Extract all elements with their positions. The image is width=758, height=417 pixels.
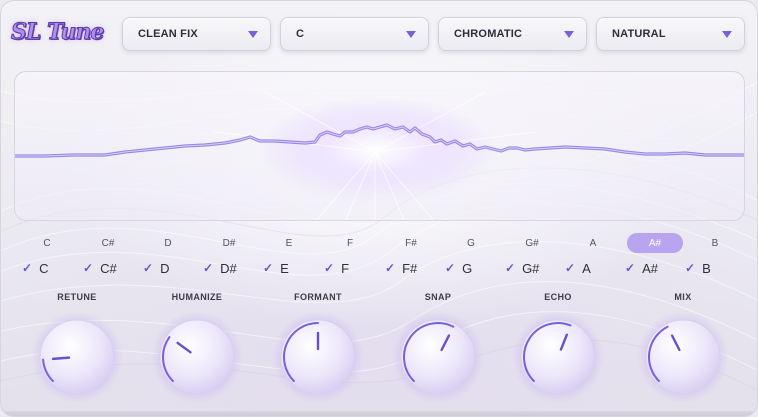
preset-dropdown[interactable]: CLEAN FIX xyxy=(122,17,271,51)
echo-knob[interactable] xyxy=(512,311,604,403)
pitch-display xyxy=(14,71,745,221)
note-checkbox[interactable]: ✓ D# xyxy=(203,259,237,277)
chevron-down-icon xyxy=(248,30,258,38)
note-checkbox-label: C# xyxy=(100,260,117,276)
note-checkbox-label: A xyxy=(582,260,591,276)
note-checkbox[interactable]: ✓ A# xyxy=(625,259,658,277)
note-checkbox[interactable]: ✓ G# xyxy=(505,259,539,277)
note-label: E xyxy=(285,238,293,249)
note-label: A# xyxy=(648,238,662,249)
note-checkbox-label: G xyxy=(462,260,473,276)
check-icon: ✓ xyxy=(22,261,33,275)
knob-pointer xyxy=(51,356,71,361)
bottom-bar xyxy=(1,411,757,416)
note-checkbox-label: E xyxy=(280,260,289,276)
scale-dropdown[interactable]: CHROMATIC xyxy=(438,17,587,51)
check-icon: ✓ xyxy=(143,261,154,275)
note-checkbox-label: A# xyxy=(642,260,658,276)
knob-graphic xyxy=(31,311,123,403)
knob-label: SNAP xyxy=(424,292,452,302)
snap-knob[interactable] xyxy=(392,311,484,403)
chevron-down-icon xyxy=(722,30,732,38)
note-checkbox[interactable]: ✓ C xyxy=(22,259,48,277)
plugin-window: SL Tune CLEAN FIX C CHROMATIC NATURAL C … xyxy=(0,0,758,417)
note-checkbox-label: B xyxy=(702,260,711,276)
knob-label: ECHO xyxy=(544,292,572,302)
check-icon: ✓ xyxy=(203,261,214,275)
check-icon: ✓ xyxy=(565,261,576,275)
knob-label: FORMANT xyxy=(294,292,342,302)
note-checkbox[interactable]: ✓ D xyxy=(143,259,169,277)
note-checkbox[interactable]: ✓ G xyxy=(445,259,472,277)
preset-dropdown-label: CLEAN FIX xyxy=(138,28,198,40)
note-checkbox-label: G# xyxy=(522,260,540,276)
check-icon: ✓ xyxy=(385,261,396,275)
note-label: G# xyxy=(525,238,539,249)
knob-graphic xyxy=(392,311,484,403)
mode-dropdown-label: NATURAL xyxy=(612,28,666,40)
pitch-waveform xyxy=(15,91,744,220)
note-checkbox-label: C xyxy=(39,260,49,276)
check-icon: ✓ xyxy=(445,261,456,275)
mode-dropdown[interactable]: NATURAL xyxy=(596,17,745,51)
note-checkbox-label: D# xyxy=(220,260,237,276)
check-icon: ✓ xyxy=(83,261,94,275)
check-icon: ✓ xyxy=(263,261,274,275)
knob-graphic xyxy=(272,311,364,403)
knob-label: MIX xyxy=(674,292,692,302)
note-label: C# xyxy=(101,238,115,249)
chevron-down-icon xyxy=(564,30,574,38)
scale-dropdown-label: CHROMATIC xyxy=(454,28,523,40)
note-checkbox[interactable]: ✓ C# xyxy=(83,259,117,277)
knob-graphic xyxy=(151,311,243,403)
humanize-knob[interactable] xyxy=(151,311,243,403)
note-label: G xyxy=(467,238,475,249)
logo-text: SL Tune xyxy=(10,19,104,46)
note-checkbox-label: D xyxy=(160,260,170,276)
formant-knob[interactable] xyxy=(272,311,364,403)
mix-knob[interactable] xyxy=(637,311,729,403)
key-dropdown-label: C xyxy=(296,28,305,40)
key-dropdown[interactable]: C xyxy=(280,17,429,51)
note-checkbox[interactable]: ✓ B xyxy=(685,259,711,277)
knob-graphic xyxy=(512,311,604,403)
check-icon: ✓ xyxy=(685,261,696,275)
note-checkbox-label: F# xyxy=(402,260,418,276)
chevron-down-icon xyxy=(406,30,416,38)
note-label: B xyxy=(711,238,719,249)
logo: SL Tune xyxy=(10,19,117,51)
note-checkbox-label: F xyxy=(341,260,350,276)
note-label: A xyxy=(589,238,597,249)
note-checkbox[interactable]: ✓ F# xyxy=(385,259,417,277)
note-checkbox[interactable]: ✓ E xyxy=(263,259,289,277)
note-label: C xyxy=(43,238,51,249)
retune-knob[interactable] xyxy=(31,311,123,403)
knob-graphic xyxy=(637,311,729,403)
note-label: F# xyxy=(405,238,417,249)
note-label: F xyxy=(346,238,354,249)
note-label: D# xyxy=(222,238,236,249)
note-checkbox[interactable]: ✓ A xyxy=(565,259,591,277)
note-label: D xyxy=(164,238,172,249)
check-icon: ✓ xyxy=(505,261,516,275)
check-icon: ✓ xyxy=(324,261,335,275)
note-checkbox[interactable]: ✓ F xyxy=(324,259,349,277)
check-icon: ✓ xyxy=(625,261,636,275)
knob-label: HUMANIZE xyxy=(171,292,223,302)
knob-label: RETUNE xyxy=(57,292,97,302)
